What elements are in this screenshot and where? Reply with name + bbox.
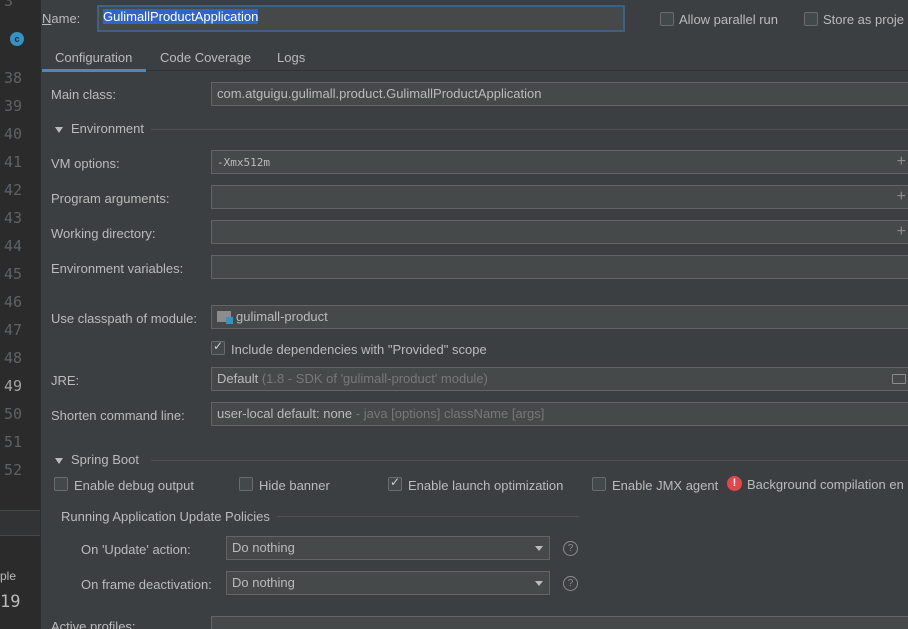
expand-plus-icon[interactable]: + — [897, 221, 906, 243]
class-badge-icon: c — [10, 32, 24, 46]
on-update-action-value: Do nothing — [232, 540, 295, 555]
chevron-down-icon — [535, 546, 543, 551]
allow-parallel-run-checkbox[interactable] — [660, 12, 674, 26]
vm-options-value: -Xmx512m — [217, 156, 270, 169]
run-configuration-panel: Name: GulimallProductApplication Allow p… — [40, 0, 908, 629]
environment-separator — [151, 129, 908, 130]
update-policies-separator — [277, 516, 579, 517]
main-class-label: Main class: — [51, 87, 117, 102]
line-number: 40 — [4, 125, 23, 143]
store-as-project-checkbox[interactable] — [804, 12, 818, 26]
spring-boot-separator — [151, 460, 908, 461]
line-number: 49 — [4, 377, 23, 395]
tab-configuration[interactable]: Configuration — [42, 46, 146, 72]
module-folder-icon — [217, 311, 233, 324]
line-number: 44 — [4, 237, 23, 255]
enable-jmx-agent-label[interactable]: Enable JMX agent — [612, 478, 718, 493]
line-number: 41 — [4, 153, 23, 171]
expand-plus-icon[interactable]: + — [897, 151, 906, 173]
tab-code-coverage[interactable]: Code Coverage — [159, 46, 259, 72]
vm-options-input[interactable]: -Xmx512m + — [211, 150, 908, 174]
hide-banner-label[interactable]: Hide banner — [259, 478, 330, 493]
line-number: 52 — [4, 461, 23, 479]
chevron-down-icon — [535, 581, 543, 586]
name-value: GulimallProductApplication — [103, 9, 259, 24]
enable-jmx-agent-checkbox[interactable] — [592, 477, 606, 491]
update-policies-title: Running Application Update Policies — [61, 509, 270, 524]
enable-launch-optimization-checkbox[interactable] — [388, 475, 402, 491]
program-arguments-label: Program arguments: — [51, 191, 170, 206]
shorten-command-line-label: Shorten command line: — [51, 408, 185, 423]
enable-launch-optimization-label[interactable]: Enable launch optimization — [408, 478, 563, 493]
jre-value: Default — [217, 371, 259, 386]
line-number: 45 — [4, 265, 23, 283]
enable-debug-output-label[interactable]: Enable debug output — [74, 478, 194, 493]
include-provided-label[interactable]: Include dependencies with "Provided" sco… — [231, 342, 487, 357]
help-icon[interactable]: ? — [563, 541, 578, 556]
shorten-command-line-select[interactable]: user-local default: none - java [options… — [211, 402, 908, 426]
jre-select[interactable]: Default (1.8 - SDK of 'gulimall-product'… — [211, 367, 908, 391]
environment-title: Environment — [71, 121, 144, 136]
tab-code-coverage-label: Code Coverage — [160, 50, 252, 65]
name-label: Name: — [42, 11, 81, 26]
on-frame-deactivation-dropdown[interactable]: Do nothing — [226, 571, 550, 595]
tab-logs-label: Logs — [277, 50, 306, 65]
collapse-triangle-icon — [55, 126, 63, 133]
editor-gutter: 3 c 38 39 40 41 42 43 44 45 46 47 48 49 … — [0, 0, 40, 629]
classpath-module-select[interactable]: gulimall-product — [211, 305, 908, 329]
background-compilation-warning: Background compilation en — [747, 477, 904, 492]
allow-parallel-run-label[interactable]: Allow parallel run — [679, 12, 778, 27]
environment-variables-label: Environment variables: — [51, 261, 184, 276]
line-number: 50 — [4, 405, 23, 423]
line-number: 48 — [4, 349, 23, 367]
editor-tab-bar — [0, 510, 40, 536]
console-line-number: 19 — [0, 592, 21, 612]
jre-label: JRE: — [51, 373, 80, 388]
hide-banner-checkbox[interactable] — [239, 477, 253, 491]
line-number: 46 — [4, 293, 23, 311]
program-arguments-input[interactable]: + — [211, 185, 908, 209]
collapse-triangle-icon — [55, 457, 63, 464]
include-provided-checkbox[interactable] — [211, 339, 225, 355]
environment-section-header[interactable]: Environment — [55, 121, 144, 136]
shorten-value: user-local default: none — [217, 406, 353, 421]
enable-debug-output-checkbox[interactable] — [54, 477, 68, 491]
on-update-action-dropdown[interactable]: Do nothing — [226, 536, 550, 560]
line-number: 38 — [4, 69, 23, 87]
on-update-action-label: On 'Update' action: — [81, 542, 191, 557]
line-number: 42 — [4, 181, 23, 199]
line-number: 51 — [4, 433, 23, 451]
spring-boot-section-header[interactable]: Spring Boot — [55, 452, 139, 467]
line-number: 43 — [4, 209, 23, 227]
spring-boot-title: Spring Boot — [71, 452, 139, 467]
environment-variables-input[interactable] — [211, 255, 908, 279]
shorten-hint: - java [options] className [args] — [355, 406, 545, 421]
tab-configuration-label: Configuration — [55, 50, 133, 65]
vm-options-label: VM options: — [51, 156, 120, 171]
on-frame-deactivation-value: Do nothing — [232, 575, 295, 590]
expand-plus-icon[interactable]: + — [897, 186, 906, 208]
help-icon[interactable]: ? — [563, 576, 578, 591]
line-number: 47 — [4, 321, 23, 339]
jre-hint: (1.8 - SDK of 'gulimall-product' module) — [261, 371, 488, 386]
console-tab-label[interactable]: ple — [0, 569, 16, 583]
working-directory-label: Working directory: — [51, 226, 156, 241]
classpath-module-value: gulimall-product — [236, 309, 328, 324]
name-input[interactable]: GulimallProductApplication — [97, 5, 625, 32]
tab-logs[interactable]: Logs — [277, 46, 317, 72]
active-profiles-input[interactable] — [211, 616, 908, 629]
folder-browse-icon[interactable] — [892, 374, 906, 384]
on-frame-deactivation-label: On frame deactivation: — [81, 577, 212, 592]
active-profiles-label: Active profiles: — [51, 619, 136, 629]
line-number: 39 — [4, 97, 23, 115]
error-icon: ! — [727, 476, 742, 491]
classpath-module-label: Use classpath of module: — [51, 311, 197, 326]
store-as-project-label[interactable]: Store as proje — [823, 12, 904, 27]
line-number: 3 — [4, 0, 14, 10]
working-directory-input[interactable]: + — [211, 220, 908, 244]
main-class-input[interactable]: com.atguigu.gulimall.product.GulimallPro… — [211, 82, 908, 106]
